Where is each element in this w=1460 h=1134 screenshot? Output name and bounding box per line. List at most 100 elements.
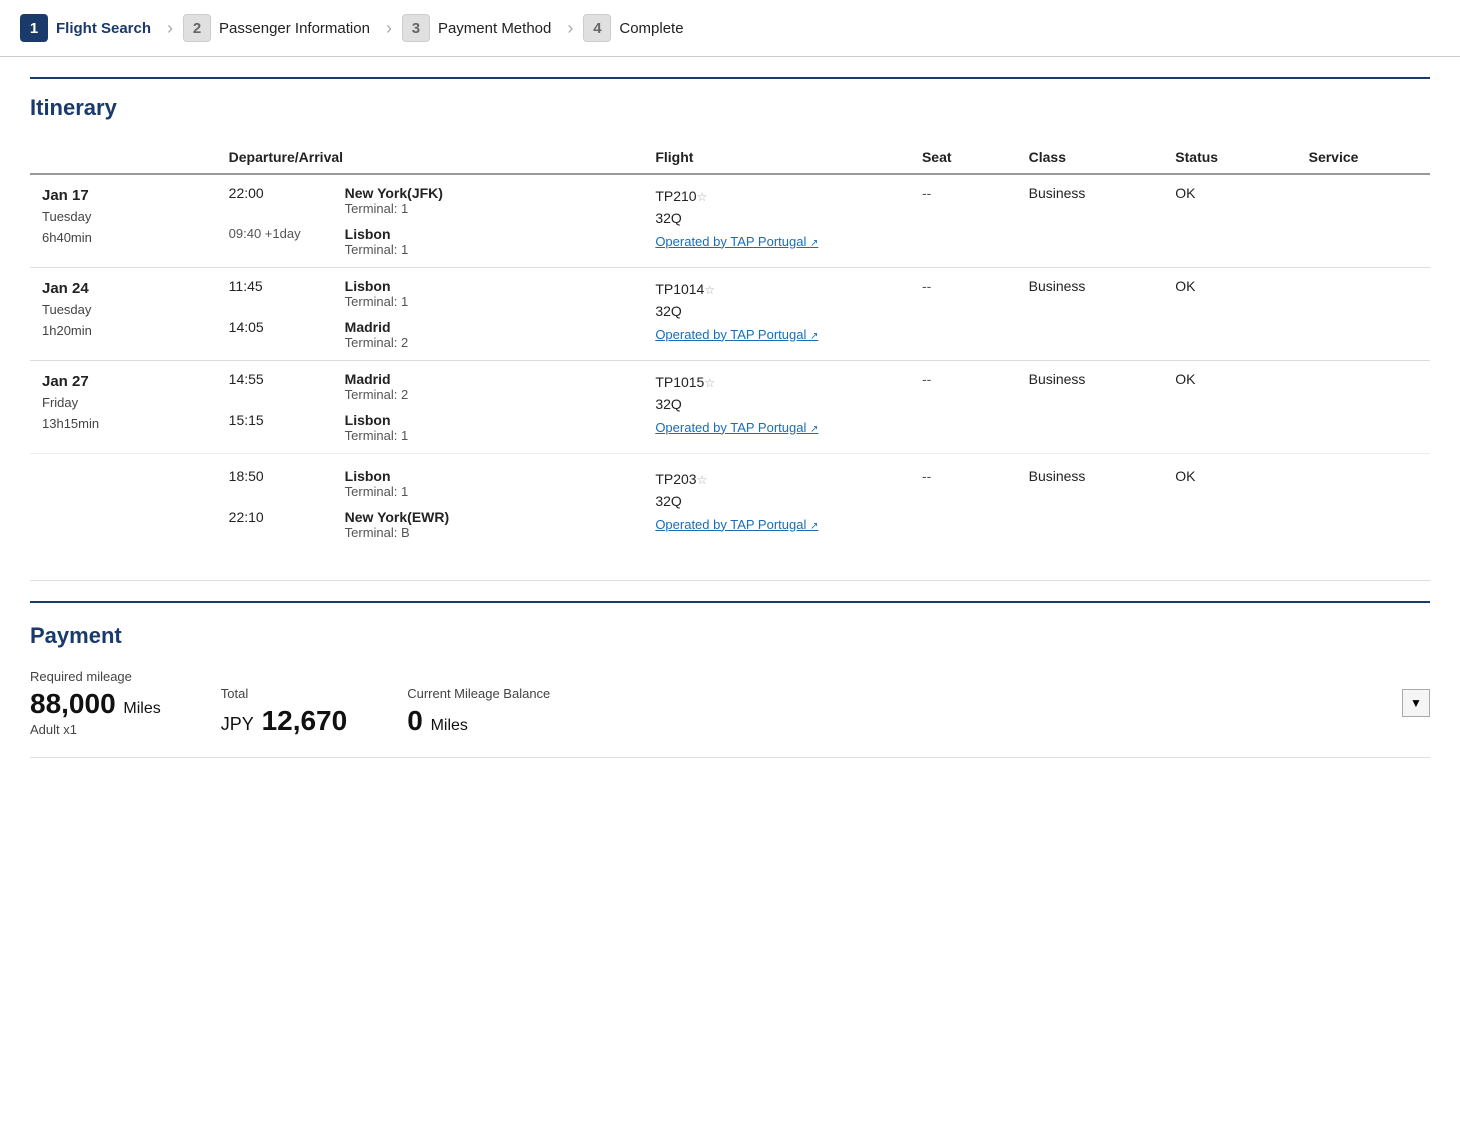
flight-cell: TP210☆ 32Q Operated by TAP Portugal ↗ — [643, 174, 910, 268]
main-content: Itinerary Departure/Arrival Flight Seat … — [0, 57, 1460, 798]
seat-cell: -- — [910, 268, 1017, 361]
departure-terminal: Terminal: 2 — [345, 387, 409, 402]
itinerary-title: Itinerary — [30, 95, 1430, 125]
table-header-row: Departure/Arrival Flight Seat Class Stat… — [30, 141, 1430, 174]
step-4[interactable]: 4 Complete — [583, 14, 683, 42]
step-2-number: 2 — [183, 14, 211, 42]
step-3-label: Payment Method — [438, 20, 551, 37]
departure-airport: Madrid — [345, 371, 409, 387]
star-icon: ☆ — [697, 473, 708, 487]
external-link-icon: ↗ — [810, 424, 818, 435]
operated-by-link[interactable]: Operated by TAP Portugal ↗ — [655, 234, 818, 249]
step-1[interactable]: 1 Flight Search — [20, 14, 151, 42]
flight-cell: TP1014☆ 32Q Operated by TAP Portugal ↗ — [643, 268, 910, 361]
flight-class: Business — [1029, 371, 1086, 387]
dep-arr-cell: 18:50 Lisbon Terminal: 1 22:10 New York(… — [217, 454, 644, 551]
departure-airport-block: Lisbon Terminal: 1 — [345, 468, 409, 499]
service-cell — [1297, 361, 1430, 454]
flight-status: OK — [1175, 278, 1195, 294]
departure-row: 18:50 Lisbon Terminal: 1 — [229, 468, 632, 499]
arrival-airport: Lisbon — [345, 412, 409, 428]
departure-airport: New York(JFK) — [345, 185, 443, 201]
departure-airport-block: New York(JFK) Terminal: 1 — [345, 185, 443, 216]
flight-info: TP1014☆ 32Q Operated by TAP Portugal ↗ — [655, 278, 898, 346]
status-cell: OK — [1163, 268, 1296, 361]
arrival-airport-block: Lisbon Terminal: 1 — [345, 412, 409, 443]
departure-airport-block: Madrid Terminal: 2 — [345, 371, 409, 402]
operated-by-link[interactable]: Operated by TAP Portugal ↗ — [655, 517, 818, 532]
date-value: Jan 24Tuesday1h20min — [42, 278, 205, 341]
external-link-icon: ↗ — [810, 238, 818, 249]
departure-airport-block: Lisbon Terminal: 1 — [345, 278, 409, 309]
arrival-terminal: Terminal: 2 — [345, 335, 409, 350]
payment-section: Payment Required mileage 88,000 Miles Ad… — [30, 601, 1430, 758]
seat-cell: -- — [910, 454, 1017, 551]
step-2[interactable]: 2 Passenger Information — [183, 14, 370, 42]
total-value: JPY 12,670 — [221, 705, 347, 737]
operated-by-link[interactable]: Operated by TAP Portugal ↗ — [655, 327, 818, 342]
step-3-number: 3 — [402, 14, 430, 42]
arrival-airport-block: Lisbon Terminal: 1 — [345, 226, 409, 257]
arrival-time: 22:10 — [229, 509, 329, 540]
departure-terminal: Terminal: 1 — [345, 484, 409, 499]
arrival-row: 09:40 +1day Lisbon Terminal: 1 — [229, 226, 632, 257]
external-link-icon: ↗ — [810, 331, 818, 342]
flight-number: TP203 — [655, 471, 696, 487]
col-header-seat: Seat — [910, 141, 1017, 174]
table-row: Jan 24Tuesday1h20min 11:45 Lisbon Termin… — [30, 268, 1430, 361]
departure-time: 14:55 — [229, 371, 329, 402]
step-4-number: 4 — [583, 14, 611, 42]
dep-arr-cell: 22:00 New York(JFK) Terminal: 1 09:40 +1… — [217, 174, 644, 268]
seat-assignment: -- — [922, 371, 931, 387]
departure-row: 11:45 Lisbon Terminal: 1 — [229, 278, 632, 309]
payment-title: Payment — [30, 623, 1430, 649]
step-1-number: 1 — [20, 14, 48, 42]
flight-number: TP210 — [655, 188, 696, 204]
col-header-class: Class — [1017, 141, 1164, 174]
external-link-icon: ↗ — [810, 521, 818, 532]
seat-assignment: -- — [922, 278, 931, 294]
balance-value: 0 Miles — [407, 705, 550, 737]
step-1-label: Flight Search — [56, 20, 151, 37]
table-row: 18:50 Lisbon Terminal: 1 22:10 New York(… — [30, 454, 1430, 551]
departure-airport: Lisbon — [345, 468, 409, 484]
arrival-time: 09:40 +1day — [229, 226, 329, 257]
star-icon: ☆ — [697, 190, 708, 204]
date-value: Jan 17Tuesday6h40min — [42, 185, 205, 248]
required-mileage-sub: Adult x1 — [30, 722, 161, 737]
col-header-flight: Flight — [643, 141, 910, 174]
dropdown-button[interactable]: ▼ — [1402, 689, 1430, 717]
step-2-label: Passenger Information — [219, 20, 370, 37]
balance-label: Current Mileage Balance — [407, 686, 550, 701]
balance-col: Current Mileage Balance 0 Miles — [407, 686, 550, 737]
required-mileage-label: Required mileage — [30, 669, 161, 684]
operated-by-link[interactable]: Operated by TAP Portugal ↗ — [655, 420, 818, 435]
dep-arr-block: 14:55 Madrid Terminal: 2 15:15 Lisbon Te… — [229, 371, 632, 443]
seat-code: 32Q — [655, 396, 681, 412]
dep-arr-block: 22:00 New York(JFK) Terminal: 1 09:40 +1… — [229, 185, 632, 257]
dropdown-container[interactable]: ▼ — [1402, 689, 1430, 717]
col-header-status: Status — [1163, 141, 1296, 174]
flight-cell: TP203☆ 32Q Operated by TAP Portugal ↗ — [643, 454, 910, 551]
flight-info: TP210☆ 32Q Operated by TAP Portugal ↗ — [655, 185, 898, 253]
seat-cell: -- — [910, 361, 1017, 454]
arrival-airport-block: Madrid Terminal: 2 — [345, 319, 409, 350]
seat-code: 32Q — [655, 493, 681, 509]
dep-arr-cell: 11:45 Lisbon Terminal: 1 14:05 Madrid Te… — [217, 268, 644, 361]
arrival-airport: Madrid — [345, 319, 409, 335]
status-cell: OK — [1163, 174, 1296, 268]
step-separator-2: › — [386, 18, 392, 39]
required-mileage-value: 88,000 Miles — [30, 688, 161, 720]
class-cell: Business — [1017, 454, 1164, 551]
class-cell: Business — [1017, 174, 1164, 268]
departure-row: 22:00 New York(JFK) Terminal: 1 — [229, 185, 632, 216]
col-header-dep-arr: Departure/Arrival — [217, 141, 644, 174]
flight-class: Business — [1029, 468, 1086, 484]
class-cell: Business — [1017, 361, 1164, 454]
dep-arr-cell: 14:55 Madrid Terminal: 2 15:15 Lisbon Te… — [217, 361, 644, 454]
step-3[interactable]: 3 Payment Method — [402, 14, 551, 42]
arrival-airport: Lisbon — [345, 226, 409, 242]
seat-code: 32Q — [655, 210, 681, 226]
arrival-time: 15:15 — [229, 412, 329, 443]
date-cell — [30, 454, 217, 551]
